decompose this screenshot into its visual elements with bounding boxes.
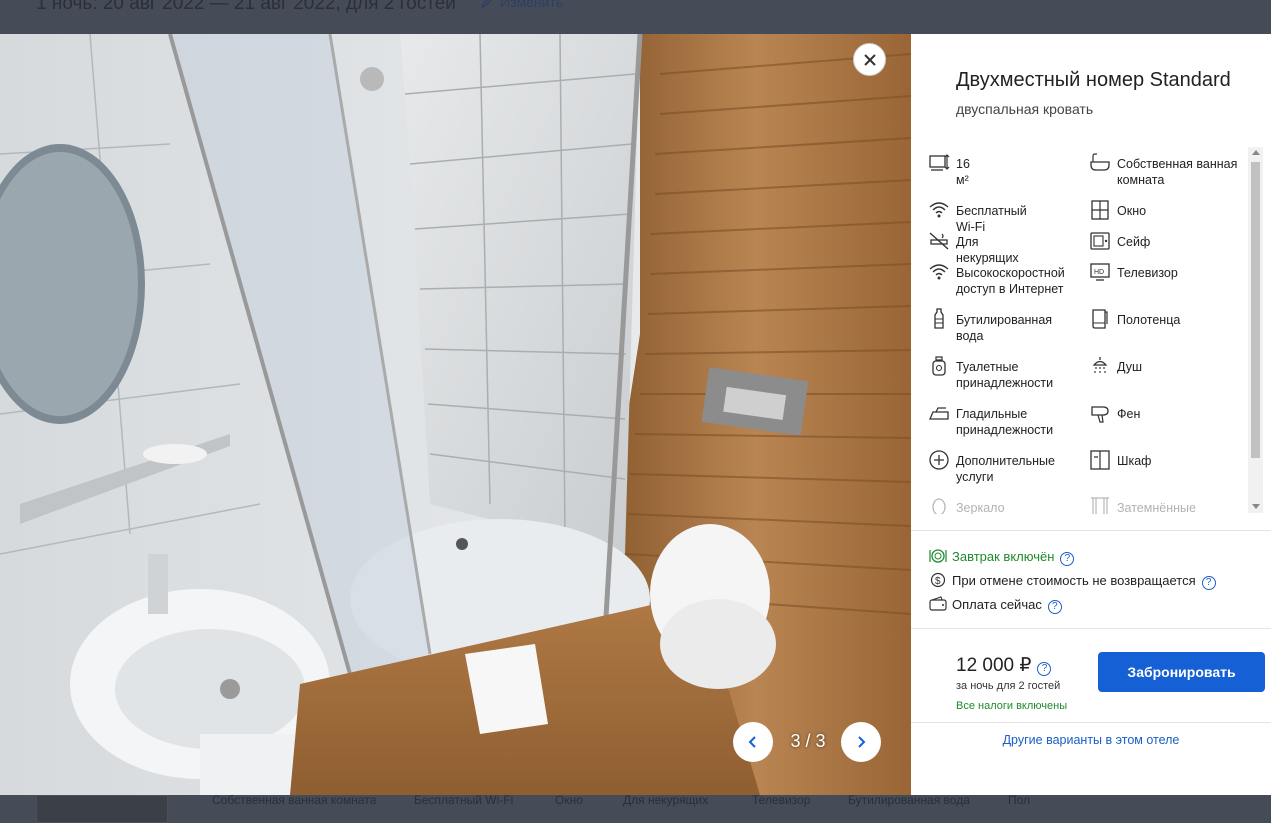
breakfast-help-icon[interactable]: ? bbox=[1060, 552, 1075, 566]
room-photo bbox=[0, 34, 911, 795]
iron-icon bbox=[929, 407, 949, 420]
amenity-label: Затемнённые шторы bbox=[1117, 501, 1196, 514]
amenity-label: Полотенца bbox=[1117, 313, 1181, 327]
amenity-label: Зеркало bbox=[956, 501, 1005, 514]
price-note: за ночь для 2 гостей bbox=[956, 680, 1061, 692]
amenity-label: Высокоскоростной доступ в Интернет bbox=[956, 266, 1065, 296]
breakfast-condition: Завтрак включён? bbox=[928, 548, 1075, 566]
amenity-label: Фен bbox=[1117, 407, 1141, 421]
price-value: 12 000 ₽? bbox=[956, 654, 1052, 677]
amenity-label: Гладильные принадлежности bbox=[956, 407, 1054, 437]
amenity-label: Шкаф bbox=[1117, 454, 1152, 468]
cancellation-help-icon[interactable]: ? bbox=[1201, 576, 1216, 590]
scroll-up-arrow-icon[interactable] bbox=[1252, 150, 1260, 155]
room-title: Двухместный номер Standard bbox=[956, 69, 1231, 91]
background-amenity: Бутилированная вода bbox=[848, 793, 970, 807]
amenity-label: Собственная ванная комната bbox=[1117, 157, 1238, 187]
chevron-right-icon bbox=[858, 736, 866, 748]
background-amenity: Окно bbox=[555, 793, 583, 807]
towel-icon bbox=[1092, 309, 1108, 329]
background-edit-link: Изменить bbox=[480, 0, 563, 10]
close-icon bbox=[863, 53, 876, 66]
pencil-icon bbox=[480, 0, 492, 9]
amenity-label: Бесплатный Wi-Fi bbox=[956, 204, 1027, 234]
amenity-label: Окно bbox=[1117, 204, 1147, 218]
shower-icon bbox=[1092, 357, 1108, 373]
divider bbox=[911, 722, 1271, 723]
background-amenity: Пол bbox=[1008, 793, 1031, 807]
mirror-icon bbox=[932, 498, 946, 514]
photo-counter: 3 / 3 bbox=[790, 731, 826, 751]
bathroom-photo-image bbox=[0, 34, 911, 795]
background-amenity: Для некурящих bbox=[623, 793, 709, 807]
wifi-icon bbox=[929, 202, 949, 218]
bottle-icon bbox=[934, 308, 944, 329]
room-details-panel: Двухместный номер Standard двуспальная к… bbox=[911, 34, 1271, 795]
book-button[interactable]: Забронировать bbox=[1098, 652, 1265, 692]
amenity-label: Дополнительные услуги bbox=[956, 454, 1055, 484]
close-button[interactable] bbox=[853, 43, 886, 76]
amenity-label: Для некурящих bbox=[956, 235, 1019, 265]
no-smoking-icon bbox=[929, 232, 949, 250]
refund-icon: $ bbox=[930, 572, 946, 588]
background-amenity: Телевизор bbox=[752, 793, 811, 807]
tv-icon: HD bbox=[1090, 263, 1110, 281]
window-icon bbox=[1091, 200, 1109, 220]
wifi-icon bbox=[929, 264, 949, 280]
cancellation-condition: $ При отмене стоимость не возвращается? bbox=[928, 572, 1216, 590]
other-options-link[interactable]: Другие варианты в этом отеле bbox=[911, 733, 1271, 747]
safe-icon bbox=[1090, 232, 1110, 250]
curtains-icon bbox=[1091, 497, 1109, 514]
plus-icon bbox=[929, 450, 949, 470]
room-bed-type: двуспальная кровать bbox=[956, 101, 1094, 117]
taxes-included: Все налоги включены bbox=[956, 700, 1068, 712]
wardrobe-icon bbox=[1090, 450, 1110, 470]
divider bbox=[911, 628, 1271, 629]
chevron-left-icon bbox=[748, 736, 756, 748]
divider bbox=[911, 530, 1271, 531]
payment-label: Оплата сейчас bbox=[952, 597, 1042, 612]
background-footer: Собственная ванная комната Бесплатный Wi… bbox=[0, 793, 1271, 823]
payment-condition: Оплата сейчас? bbox=[928, 596, 1062, 614]
amenities-list[interactable]: 16 м² Бесплатный Wi-Fi Для некурящих Выс… bbox=[911, 146, 1248, 514]
next-photo-button[interactable] bbox=[841, 722, 881, 762]
amenity-label: 16 м² bbox=[956, 157, 970, 187]
area-icon bbox=[929, 154, 950, 171]
background-amenity: Бесплатный Wi-Fi bbox=[414, 793, 514, 807]
price-help-icon[interactable]: ? bbox=[1037, 662, 1052, 676]
amenity-label: Сейф bbox=[1117, 235, 1151, 249]
svg-text:$: $ bbox=[935, 576, 941, 587]
amenity-label: Душ bbox=[1117, 360, 1143, 374]
background-dates: 1 ночь: 20 авг 2022 — 21 авг 2022, для 2… bbox=[36, 0, 456, 14]
svg-text:HD: HD bbox=[1094, 269, 1104, 276]
scrollbar-thumb[interactable] bbox=[1251, 162, 1260, 458]
amenity-label: Туалетные принадлежности bbox=[956, 360, 1054, 390]
bathtub-icon bbox=[1090, 153, 1110, 171]
breakfast-label: Завтрак включён bbox=[952, 549, 1055, 564]
cancellation-label: При отмене стоимость не возвращается bbox=[952, 573, 1196, 588]
previous-photo-button[interactable] bbox=[733, 722, 773, 762]
wallet-icon bbox=[929, 596, 947, 611]
background-header: 1 ночь: 20 авг 2022 — 21 авг 2022, для 2… bbox=[0, 0, 1271, 34]
price-amount: 12 000 ₽ bbox=[956, 655, 1032, 676]
background-thumbnail bbox=[36, 795, 168, 823]
breakfast-icon bbox=[929, 549, 947, 563]
amenity-label: Бутилированная вода bbox=[956, 313, 1053, 343]
background-amenity: Собственная ванная комната bbox=[212, 793, 377, 807]
amenity-label: Телевизор bbox=[1117, 266, 1178, 280]
hairdryer-icon bbox=[1091, 406, 1109, 423]
payment-help-icon[interactable]: ? bbox=[1047, 600, 1062, 614]
scroll-down-arrow-icon[interactable] bbox=[1252, 504, 1260, 509]
toiletries-icon bbox=[932, 356, 946, 376]
background-edit-label: Изменить bbox=[500, 0, 564, 10]
